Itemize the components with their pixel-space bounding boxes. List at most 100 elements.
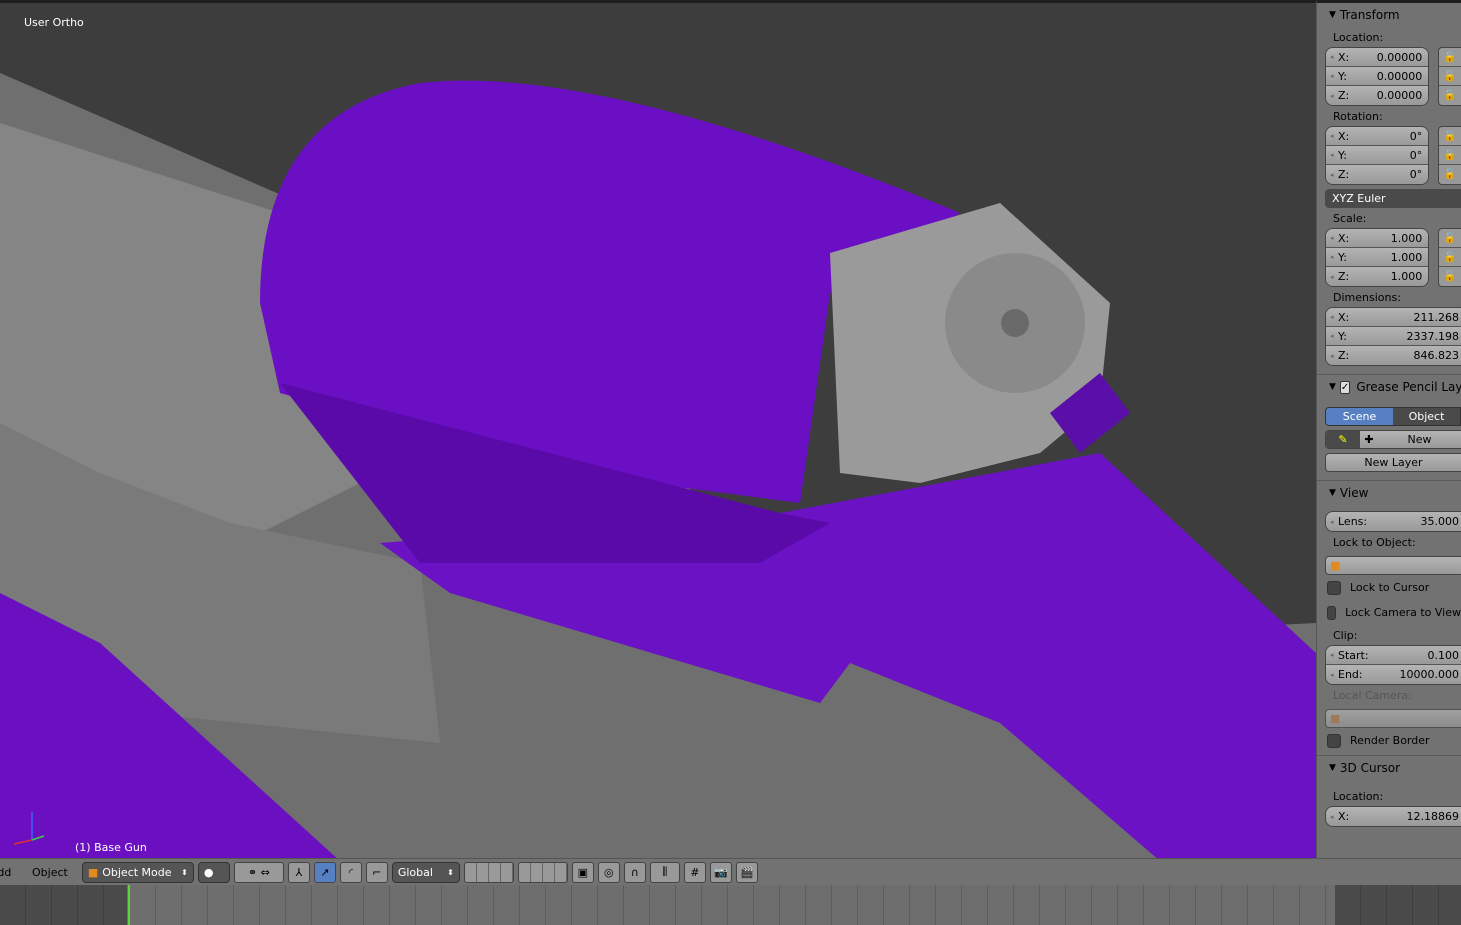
manipulator-toggle-icon[interactable]: ⅄ xyxy=(287,861,310,883)
object-menu[interactable]: Object xyxy=(32,866,68,879)
rotation-x[interactable]: ◂ X: 0° xyxy=(1326,127,1429,146)
new-button[interactable]: New xyxy=(1378,431,1461,448)
field-value: 0° xyxy=(1409,168,1423,181)
translate-manipulator-icon[interactable]: ↗ xyxy=(313,861,336,883)
snap-element-icon[interactable]: ⫼ xyxy=(649,861,680,883)
panel-title: 3D Cursor xyxy=(1339,761,1401,775)
lock-icon[interactable]: 🔓 xyxy=(1439,165,1461,184)
shading-dropdown[interactable]: ● xyxy=(197,861,230,883)
lock-object-field[interactable]: ■ xyxy=(1325,556,1461,575)
lock-icon[interactable]: 🔓 xyxy=(1439,86,1461,105)
clapper-icon[interactable]: 🎬 xyxy=(735,861,758,883)
cube-icon: ■ xyxy=(1330,712,1341,725)
location-z[interactable]: ◂ Z: 0.00000 xyxy=(1326,86,1429,105)
checkbox-label: Lock Camera to View xyxy=(1345,606,1461,619)
lock-icon[interactable]: 🔓 xyxy=(1439,248,1461,267)
clip-start[interactable]: ◂ Start: 0.100 xyxy=(1326,646,1461,665)
snap-magnet-icon[interactable]: ∩ xyxy=(623,861,646,883)
transform-header[interactable]: ▼ Transform xyxy=(1317,3,1461,27)
rotation-y[interactable]: ◂ Y: 0° xyxy=(1326,146,1429,165)
scale-x[interactable]: ◂ X: 1.000 xyxy=(1326,229,1429,248)
field-key: Y: xyxy=(1338,148,1347,162)
field-key: Y: xyxy=(1338,69,1347,83)
cube-icon: ■ xyxy=(87,865,99,879)
add-menu[interactable]: Add xyxy=(0,866,20,879)
field-key: Z: xyxy=(1338,89,1350,102)
lock-icon[interactable]: 🔓 xyxy=(1439,127,1461,146)
checkbox[interactable] xyxy=(1327,580,1341,595)
3d-viewport[interactable]: User Ortho (1) Base Gun xyxy=(0,0,1316,858)
render-camera-icon[interactable]: 📷 xyxy=(709,861,732,883)
scale-y[interactable]: ◂ Y: 1.000 xyxy=(1326,248,1429,267)
lock-icon[interactable]: 🔓 xyxy=(1439,146,1461,165)
layers-grid[interactable] xyxy=(517,861,568,883)
lock-icon[interactable]: 🔓 xyxy=(1439,267,1461,286)
location-x[interactable]: ◂ X: 0.00000 xyxy=(1326,48,1429,67)
field-key: X: xyxy=(1338,231,1350,245)
grease-pencil-header[interactable]: ▼ ✓ Grease Pencil Lay xyxy=(1317,375,1461,399)
lens-field[interactable]: ◂ Lens: 35.000 xyxy=(1326,512,1461,531)
view-header[interactable]: ▼ View xyxy=(1317,481,1461,505)
field-value: 0.100 xyxy=(1427,648,1460,662)
rotation-mode-dropdown[interactable]: XYZ Euler xyxy=(1325,189,1461,208)
field-value: 10000.000 xyxy=(1399,668,1460,681)
collapse-icon: ▼ xyxy=(1329,488,1336,498)
render-border-checkbox[interactable]: Render Border xyxy=(1317,728,1461,753)
collapse-icon: ▼ xyxy=(1329,10,1336,20)
dimension-y[interactable]: ◂ Y: 2337.198 xyxy=(1326,327,1461,346)
local-camera-field[interactable]: ■ xyxy=(1325,709,1461,728)
scale-fields: ◂ X: 1.000 ◂ Y: 1.000 ◂ Z: 1.000 xyxy=(1325,228,1430,287)
tab-scene[interactable]: Scene xyxy=(1326,408,1393,425)
layers-grid[interactable] xyxy=(463,861,514,883)
current-frame-marker[interactable] xyxy=(128,885,130,925)
scale-z[interactable]: ◂ Z: 1.000 xyxy=(1326,267,1429,286)
pencil-icon[interactable]: ✎ xyxy=(1326,431,1360,448)
panel-title: Grease Pencil Lay xyxy=(1356,380,1461,394)
lock-camera-checkbox[interactable]: Lock Camera to View xyxy=(1317,600,1461,625)
mode-label: Object Mode xyxy=(102,865,172,879)
orientation-dropdown[interactable]: Global ⬍ xyxy=(391,861,460,883)
rotation-label: Rotation: xyxy=(1333,110,1383,123)
rotate-manipulator-icon[interactable]: ◜ xyxy=(339,861,362,883)
dimension-z[interactable]: ◂ Z: 846.823 xyxy=(1326,346,1461,365)
panel-title: Transform xyxy=(1339,8,1400,22)
field-value: 0.00000 xyxy=(1376,89,1423,102)
3d-cursor-header[interactable]: ▼ 3D Cursor xyxy=(1317,756,1461,780)
dimension-x[interactable]: ◂ X: 211.268 xyxy=(1326,308,1461,327)
collapse-icon: ▼ xyxy=(1329,763,1336,773)
pivot-dropdown[interactable]: ⚭ ⇔ xyxy=(233,861,284,883)
lock-cursor-checkbox[interactable]: Lock to Cursor xyxy=(1317,575,1461,600)
timeline[interactable] xyxy=(0,885,1461,925)
lock-icon[interactable]: 🔓 xyxy=(1439,67,1461,86)
lock-icon[interactable]: 🔓 xyxy=(1439,229,1461,248)
field-value: 1.000 xyxy=(1390,231,1423,245)
cursor-x[interactable]: ◂ X: 12.18869 xyxy=(1326,807,1461,826)
scale-manipulator-icon[interactable]: ⌐ xyxy=(365,861,388,883)
checkbox[interactable] xyxy=(1327,605,1337,620)
orientation-label: Global xyxy=(397,865,433,879)
rotation-z[interactable]: ◂ Z: 0° xyxy=(1326,165,1429,184)
plus-icon: ✚ xyxy=(1364,433,1374,446)
layer-lock-icon[interactable]: ▣ xyxy=(571,861,594,883)
lock-icon[interactable]: 🔓 xyxy=(1439,48,1461,67)
mode-dropdown[interactable]: ■ Object Mode ⬍ xyxy=(81,861,194,883)
location-y[interactable]: ◂ Y: 0.00000 xyxy=(1326,67,1429,86)
checkbox-checked-icon[interactable]: ✓ xyxy=(1339,380,1351,394)
field-key: Lens: xyxy=(1338,515,1368,528)
field-key: X: xyxy=(1338,50,1350,64)
clip-end[interactable]: ◂ End: 10000.000 xyxy=(1326,665,1461,684)
snap-target-icon[interactable]: # xyxy=(683,861,706,883)
clip-label: Clip: xyxy=(1333,629,1358,642)
field-key: End: xyxy=(1338,668,1363,681)
sphere-icon: ● xyxy=(203,865,214,879)
checkbox[interactable] xyxy=(1327,733,1341,748)
field-key: Z: xyxy=(1338,168,1350,181)
properties-panel: ▼ Transform Location: ◂ X: 0.00000 ◂ Y: 0.000… xyxy=(1316,0,1461,858)
tab-object[interactable]: Object xyxy=(1393,408,1460,425)
field-key: Y: xyxy=(1338,329,1347,343)
field-key: X: xyxy=(1338,129,1350,143)
proportional-edit-icon[interactable]: ◎ xyxy=(597,861,620,883)
new-layer-button[interactable]: New Layer xyxy=(1325,453,1461,472)
dimensions-fields: ◂ X: 211.268 ◂ Y: 2337.198 ◂ Z: 846.823 xyxy=(1325,307,1461,366)
field-key: X: xyxy=(1338,310,1350,324)
